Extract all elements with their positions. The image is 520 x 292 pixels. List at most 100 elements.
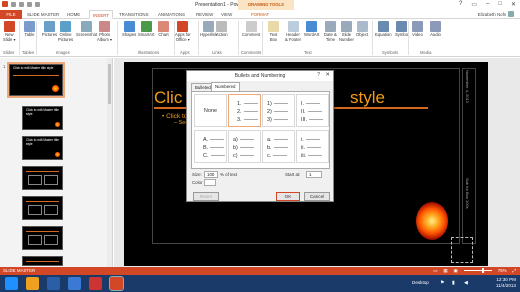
style-line: I. <box>301 101 321 107</box>
dialog-help-icon[interactable]: ? <box>317 72 320 78</box>
vertical-footer-text[interactable]: Sub for Box 100s <box>465 178 470 209</box>
save-icon[interactable] <box>11 2 16 7</box>
ribbon-button-new[interactable]: New Slide ▾ <box>3 21 16 43</box>
tab-slide-master[interactable]: SLIDE MASTER <box>24 10 62 19</box>
numbering-style-arabic-period[interactable]: 1. 2. 3. <box>228 94 261 127</box>
numbering-style-alpha-lower-period[interactable]: a. b. c. <box>262 130 295 163</box>
ribbon-button-symbol[interactable]: Symbol <box>395 21 409 38</box>
master-thumbnail[interactable]: Click to edit Master title style <box>7 62 65 98</box>
numbering-style-none[interactable]: None <box>194 94 227 127</box>
numbering-style-roman-upper[interactable]: I. II. III. <box>296 94 329 127</box>
adobe-reader-icon[interactable] <box>89 277 102 290</box>
ribbon-button-hyperlink[interactable]: Hyperlink <box>200 21 217 38</box>
slide-number-placeholder[interactable] <box>451 237 473 263</box>
ribbon-button-object[interactable]: Object <box>356 21 368 38</box>
ribbon-button-action[interactable]: Action <box>216 21 228 38</box>
redo-icon[interactable] <box>27 2 32 7</box>
flag-icon[interactable]: ⚑ <box>440 280 444 286</box>
numbering-style-arabic-paren[interactable]: 1) 2) 3) <box>262 94 295 127</box>
numbering-style-alpha-upper[interactable]: A. B. C. <box>194 130 227 163</box>
start-at-input[interactable]: 1 <box>306 171 322 178</box>
slide-title-right[interactable]: style <box>350 88 385 108</box>
ribbon-button-comment[interactable]: Comment <box>242 21 260 38</box>
ribbon-button-shapes[interactable]: Shapes <box>122 21 136 38</box>
ribbon-button-pictures[interactable]: Pictures <box>42 21 57 38</box>
ribbon-button-chart[interactable]: Chart <box>158 21 169 38</box>
layout-thumbnail[interactable]: Click to edit Master title style <box>22 136 63 160</box>
layout-thumbnail[interactable] <box>22 166 63 190</box>
ribbon-button-wordart[interactable]: WordArt <box>304 21 319 38</box>
ribbon-button-header[interactable]: Header & Footer <box>285 21 301 43</box>
numbering-style-alpha-lower-paren[interactable]: a) b) c) <box>228 130 261 163</box>
tab-home[interactable]: HOME <box>64 10 83 19</box>
tab-review[interactable]: REVIEW <box>193 10 216 19</box>
vertical-date-text[interactable]: November 4, 2013 <box>465 70 470 103</box>
fit-slide-icon[interactable]: ⤢ <box>512 267 516 275</box>
zoom-level[interactable]: 75% <box>498 267 507 275</box>
layout-thumbnail[interactable] <box>22 226 63 250</box>
placeholder-box <box>28 175 42 185</box>
tab-view[interactable]: VIEW <box>218 10 235 19</box>
normal-view-icon[interactable]: ▭ <box>433 267 437 275</box>
ribbon-button-smartart[interactable]: SmartArt <box>138 21 155 38</box>
ribbon-button-screenshot[interactable]: Screenshot <box>76 21 97 38</box>
minimize-button[interactable]: – <box>486 1 489 8</box>
ribbon-button-slide[interactable]: Slide Number <box>339 21 354 43</box>
cancel-button[interactable]: Cancel <box>304 192 330 201</box>
tab-numbered[interactable]: Numbered <box>211 82 240 91</box>
dialog-close-icon[interactable]: ✕ <box>325 72 330 78</box>
word-icon[interactable] <box>47 277 60 290</box>
bullets-and-numbering-dialog: Bullets and Numbering ? ✕ Bulleted Numbe… <box>186 70 334 202</box>
ribbon-button-photo[interactable]: Photo Album ▾ <box>97 21 112 43</box>
zoom-knob[interactable] <box>481 268 484 274</box>
ribbon-button-label: Photo Album ▾ <box>97 32 113 42</box>
ribbon-separator <box>408 21 409 55</box>
close-button[interactable]: ✕ <box>511 1 516 8</box>
scrollbar-thumb[interactable] <box>108 64 111 104</box>
ribbon-button-text[interactable]: Text Box <box>268 21 279 43</box>
numbering-style-roman-lower[interactable]: i. ii. iii. <box>296 130 329 163</box>
ribbon-button-table[interactable]: Table <box>24 21 35 38</box>
reset-button[interactable]: Reset <box>193 192 219 201</box>
ribbon-button-equation[interactable]: Equation <box>375 21 392 38</box>
powerpoint-taskbar-icon[interactable] <box>109 276 124 291</box>
zoom-slider[interactable] <box>463 267 492 275</box>
ribbon-display-icon[interactable]: ▭ <box>471 1 477 8</box>
ok-button[interactable]: OK <box>276 192 300 201</box>
color-picker-button[interactable] <box>204 179 216 186</box>
tab-format[interactable]: FORMAT <box>248 10 272 19</box>
outlook-icon[interactable] <box>68 277 81 290</box>
file-explorer-icon[interactable] <box>26 277 39 290</box>
slide-sorter-icon[interactable]: ▦ <box>443 267 447 275</box>
ribbon-button-apps-for[interactable]: Apps for Office ▾ <box>175 21 191 43</box>
tab-insert[interactable]: INSERT <box>89 10 114 19</box>
ribbon-button-video[interactable]: Video <box>412 21 423 38</box>
volume-icon[interactable]: ◀ <box>464 280 468 286</box>
slide-title-left[interactable]: Clic <box>154 88 182 108</box>
ribbon-button-online[interactable]: Online Pictures <box>58 21 73 43</box>
tab-animations[interactable]: ANIMATIONS <box>155 10 188 19</box>
taskbar-clock[interactable]: 12:30 PM 11/4/2013 <box>496 277 516 289</box>
undo-icon[interactable] <box>19 2 24 7</box>
slideshow-icon[interactable]: ▣ <box>454 267 458 275</box>
size-input[interactable]: 100 <box>204 171 218 178</box>
ie-icon[interactable] <box>5 277 18 290</box>
tab-transitions[interactable]: TRANSITIONS <box>116 10 152 19</box>
slide-bullet-level1[interactable]: • Click to <box>162 113 187 120</box>
thumbnail-scrollbar[interactable] <box>107 58 112 267</box>
help-icon[interactable]: ? <box>459 1 462 8</box>
tab-file[interactable]: FILE <box>0 10 22 19</box>
start-from-beginning-icon[interactable] <box>35 2 40 7</box>
desktop-toolbar-label[interactable]: Desktop <box>412 280 429 285</box>
maximize-button[interactable]: □ <box>498 1 502 8</box>
layout-thumbnail[interactable]: Click to edit Master title style <box>22 106 63 130</box>
layout-thumbnail[interactable] <box>22 256 63 266</box>
layout-thumbnail[interactable] <box>22 196 63 220</box>
user-account[interactable]: Elizabeth Nofs <box>478 11 514 17</box>
style-marker: a) <box>233 137 238 143</box>
ribbon-tabs: FILE SLIDE MASTER HOME INSERT TRANSITION… <box>0 10 520 19</box>
ribbon-button-audio[interactable]: Audio <box>430 21 441 38</box>
network-icon[interactable]: ▮ <box>452 280 455 286</box>
style-marker: III. <box>301 117 308 123</box>
ribbon-button-date[interactable]: Date & Time <box>324 21 337 43</box>
